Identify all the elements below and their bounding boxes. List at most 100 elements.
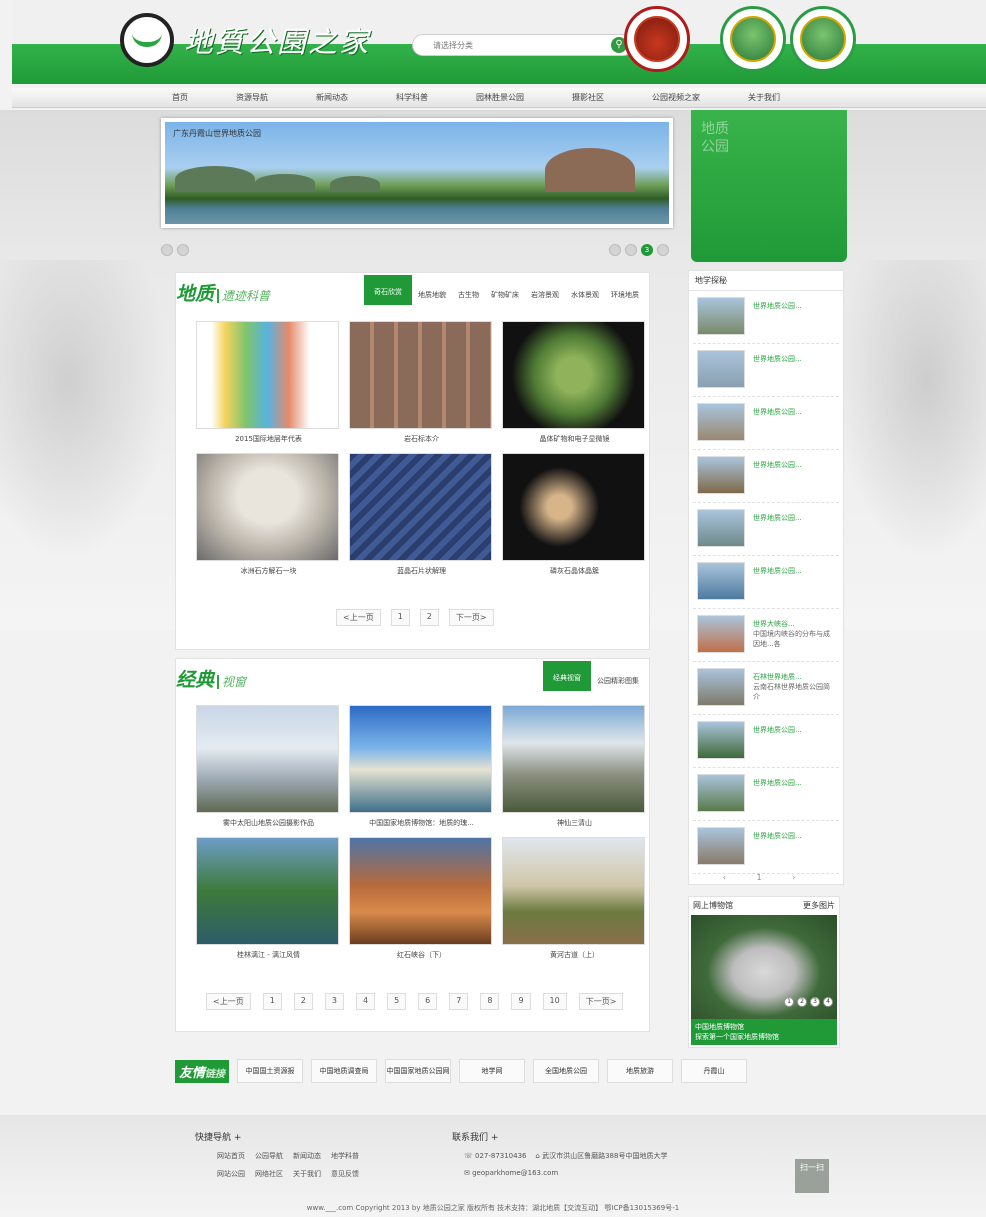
pager-link[interactable]: <上一页 xyxy=(336,609,381,626)
sidebar-item[interactable]: 世界地质公园... xyxy=(693,503,839,556)
slide-dot[interactable] xyxy=(657,244,669,256)
site-logo[interactable]: 地質公園之家 xyxy=(120,10,420,70)
tab-section_geo-1[interactable]: 地质地貌 xyxy=(412,281,452,307)
sidebar-item[interactable]: 世界地质公园... xyxy=(693,450,839,503)
slide-dot[interactable] xyxy=(609,244,621,256)
sidebar-item[interactable]: 世界地质公园... xyxy=(693,291,839,344)
gallery-image[interactable] xyxy=(502,837,645,945)
gallery-image[interactable] xyxy=(196,453,339,561)
gallery-caption[interactable]: 岩石标本介 xyxy=(349,434,494,444)
gallery-card[interactable]: 蓝晶石片状解理 xyxy=(349,453,494,585)
tab-section_geo-6[interactable]: 环境地质 xyxy=(605,281,645,307)
sidebar-item-title[interactable]: 石林世界地质... xyxy=(753,673,802,681)
pager-link[interactable]: 9 xyxy=(511,993,531,1010)
museum-slide-dot[interactable]: 1 xyxy=(784,997,794,1007)
sidebar-item[interactable]: 世界地质公园... xyxy=(693,768,839,821)
pager-link[interactable]: 下一页> xyxy=(578,993,624,1010)
gallery-image[interactable] xyxy=(502,453,645,561)
sidebar-item[interactable]: 世界地质公园... xyxy=(693,397,839,450)
sidebar-item-title[interactable]: 世界地质公园... xyxy=(753,302,802,310)
sidebar-item[interactable]: 世界地质公园... xyxy=(693,715,839,768)
museum-slide-dot[interactable]: 2 xyxy=(797,997,807,1007)
gallery-card[interactable]: 冰洲石方解石一块 xyxy=(196,453,341,585)
museum-slide-dot[interactable]: 3 xyxy=(810,997,820,1007)
sidebar-thumbnail[interactable] xyxy=(697,668,745,706)
gallery-image[interactable] xyxy=(349,453,492,561)
gallery-card[interactable]: 红石峡谷（下） xyxy=(349,837,494,969)
search-category-select[interactable]: 请选择分类 xyxy=(433,40,503,51)
gallery-image[interactable] xyxy=(502,321,645,429)
sidebar-item[interactable]: 世界地质公园... xyxy=(693,821,839,874)
gallery-card[interactable]: 磷灰石晶体晶簇 xyxy=(502,453,647,585)
sidebar-thumbnail[interactable] xyxy=(697,403,745,441)
gallery-card[interactable]: 2015国际地层年代表 xyxy=(196,321,341,453)
footer-contact-title[interactable]: 联系我们 + xyxy=(452,1130,667,1143)
footer-link[interactable]: 新闻动态 xyxy=(293,1151,326,1161)
sidebar-thumbnail[interactable] xyxy=(697,721,745,759)
nav-item[interactable]: 摄影社区 xyxy=(572,92,604,103)
gallery-image[interactable] xyxy=(196,321,339,429)
nav-item[interactable]: 资源导航 xyxy=(236,92,268,103)
tab-section_geo-5[interactable]: 水体景观 xyxy=(565,281,605,307)
nav-item[interactable]: 首页 xyxy=(172,92,188,103)
sidebar-item-title[interactable]: 世界地质公园... xyxy=(753,832,802,840)
pager-link[interactable]: <上一页 xyxy=(206,993,251,1010)
promo-block[interactable]: 地质公园 xyxy=(691,110,847,262)
sidebar-item[interactable]: 石林世界地质... 云南石林世界地质公园简介 xyxy=(693,662,839,715)
gallery-caption[interactable]: 磷灰石晶体晶簇 xyxy=(502,566,647,576)
pager-link[interactable]: 2 xyxy=(293,993,313,1010)
tab-section_geo-0[interactable]: 奇石欣赏 xyxy=(364,275,412,305)
gallery-image[interactable] xyxy=(196,705,339,813)
partner-logo[interactable]: 中国国家地质公园网 xyxy=(385,1059,452,1083)
footer-email[interactable]: geoparkhome@163.com xyxy=(472,1169,558,1177)
footer-link[interactable]: 地学科普 xyxy=(331,1151,364,1161)
world-geopark-badge[interactable] xyxy=(790,6,856,72)
partner-logo[interactable]: 地学网 xyxy=(459,1059,526,1083)
national-geopark-badge[interactable] xyxy=(720,6,786,72)
sidebar-thumbnail[interactable] xyxy=(697,774,745,812)
nav-item[interactable]: 科学科普 xyxy=(396,92,428,103)
sidebar-item-title[interactable]: 世界地质公园... xyxy=(753,355,802,363)
pager-link[interactable]: 4 xyxy=(355,993,376,1010)
gallery-card[interactable]: 神仙三清山 xyxy=(502,705,647,837)
pager-link[interactable]: 10 xyxy=(542,993,567,1010)
pager-link[interactable]: 2 xyxy=(419,609,439,626)
gallery-caption[interactable]: 2015国际地层年代表 xyxy=(196,434,341,444)
gallery-image[interactable] xyxy=(196,837,339,945)
pager-link[interactable]: 1 xyxy=(262,993,282,1010)
gallery-caption[interactable]: 桂林漓江 - 漓江风情 xyxy=(196,950,341,960)
tab-section_classic-1[interactable]: 公园精彩图集 xyxy=(591,667,645,693)
gallery-card[interactable]: 岩石标本介 xyxy=(349,321,494,453)
footer-link[interactable]: 意见反馈 xyxy=(331,1169,364,1179)
footer-link[interactable]: 公园导航 xyxy=(255,1151,288,1161)
gallery-caption[interactable]: 晶体矿物和电子显微镜 xyxy=(502,434,647,444)
museum-caption[interactable]: 中国地质博物馆 探索第一个国家地质博物馆 xyxy=(691,1019,837,1045)
sidebar-item-title[interactable]: 世界大峡谷... xyxy=(753,620,795,628)
partner-logo[interactable]: 地质旅游 xyxy=(607,1059,674,1083)
footer-link[interactable]: 网络社区 xyxy=(255,1169,288,1179)
gallery-image[interactable] xyxy=(502,705,645,813)
partner-logo[interactable]: 中国地质调查局 xyxy=(311,1059,378,1083)
next-arrow-icon[interactable] xyxy=(177,244,189,256)
geopark-emblem-logo[interactable] xyxy=(624,6,690,72)
pager-link[interactable]: 3 xyxy=(324,993,344,1010)
gallery-caption[interactable]: 冰洲石方解石一块 xyxy=(196,566,341,576)
sidebar-thumbnail[interactable] xyxy=(697,509,745,547)
tab-section_geo-3[interactable]: 矿物矿床 xyxy=(485,281,525,307)
footer-link[interactable]: 关于我们 xyxy=(293,1169,326,1179)
sidebar-thumbnail[interactable] xyxy=(697,456,745,494)
pager-link[interactable]: 7 xyxy=(449,993,469,1010)
gallery-caption[interactable]: 中国国家地质博物馆：地质的瑰... xyxy=(349,818,494,828)
tab-section_classic-0[interactable]: 经典视窗 xyxy=(543,661,591,691)
sidebar-item[interactable]: 世界大峡谷... 中国境内峡谷的分布与成因地...各 xyxy=(693,609,839,662)
tab-section_geo-2[interactable]: 古生物 xyxy=(452,281,485,307)
pager-link[interactable]: 6 xyxy=(418,993,438,1010)
prev-arrow-icon[interactable] xyxy=(161,244,173,256)
sidebar-thumbnail[interactable] xyxy=(697,615,745,653)
footer-nav-title[interactable]: 快捷导航 + xyxy=(195,1130,364,1143)
nav-item[interactable]: 关于我们 xyxy=(748,92,780,103)
gallery-image[interactable] xyxy=(349,837,492,945)
gallery-caption[interactable]: 雾中太阳山地质公园摄影作品 xyxy=(196,818,341,828)
pager-link[interactable]: 8 xyxy=(480,993,500,1010)
partner-logo[interactable]: 全国地质公园 xyxy=(533,1059,600,1083)
